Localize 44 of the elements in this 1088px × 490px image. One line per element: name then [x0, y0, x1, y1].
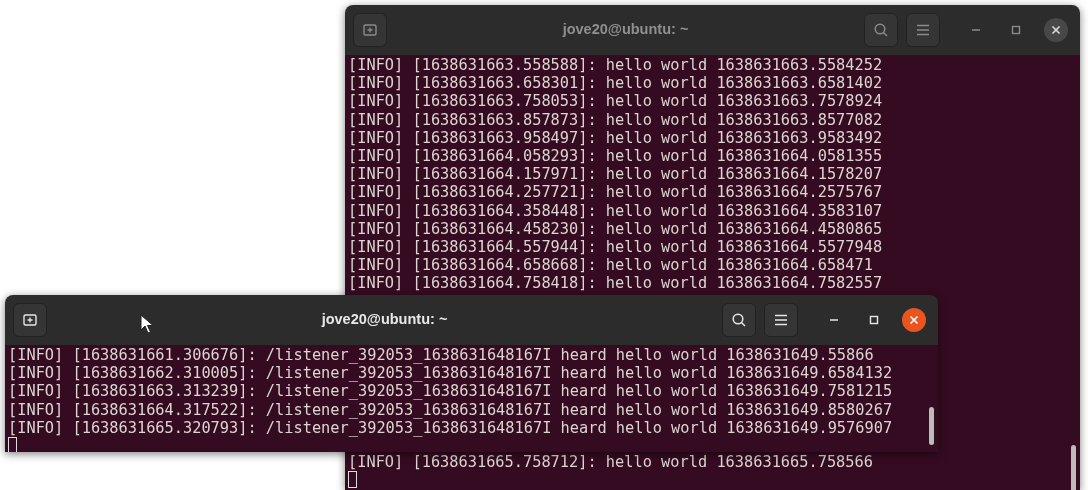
search-icon [731, 312, 747, 328]
output-line: [INFO] [1638631664.358448]: hello world 1638631664.3583107 [348, 201, 884, 220]
close-icon [1051, 25, 1061, 35]
menu-icon [774, 314, 788, 326]
scrollbar-thumb[interactable] [929, 407, 934, 445]
output-line: [INFO] [1638631662.310005]: /listener_392053_1638631648167I heard hello world 1638631649.6584132 [8, 364, 894, 383]
output-line: [INFO] [1638631663.558588]: hello world 1638631663.5584252 [348, 56, 884, 75]
maximize-icon [869, 315, 879, 325]
output-line: [INFO] [1638631664.058293]: hello world 1638631664.0581355 [348, 147, 884, 166]
output-line: [INFO] [1638631665.758712]: hello world 1638631665.758566 [348, 452, 874, 471]
menu-button[interactable] [764, 303, 798, 337]
output-line: [INFO] [1638631664.557944]: hello world 1638631664.5577948 [348, 238, 884, 257]
output-line: [INFO] [1638631663.857873]: hello world 1638631663.8577082 [348, 110, 884, 129]
search-icon [873, 22, 889, 38]
close-icon [909, 315, 919, 325]
window-title: jove20@ubuntu: ~ [562, 20, 689, 40]
minimize-icon [971, 29, 981, 31]
text-cursor [8, 437, 17, 452]
window-title: jove20@ubuntu: ~ [321, 310, 448, 330]
output-line: [INFO] [1638631661.306676]: /listener_392053_1638631648167I heard hello world 1638631649.55866 [8, 346, 875, 365]
menu-icon [916, 24, 930, 36]
new-tab-icon [362, 22, 378, 38]
output-line: [INFO] [1638631664.658668]: hello world 1638631664.658471 [348, 256, 874, 275]
output-line: [INFO] [1638631664.758418]: hello world 1638631664.7582557 [348, 274, 884, 293]
output-line: [INFO] [1638631663.758053]: hello world 1638631663.7578924 [348, 92, 884, 111]
output-line: [INFO] [1638631663.958497]: hello world 1638631663.9583492 [348, 128, 884, 147]
close-button[interactable] [1044, 18, 1068, 42]
output-line: [INFO] [1638631663.658301]: hello world 1638631663.6581402 [348, 74, 884, 93]
new-tab-icon [22, 312, 38, 328]
maximize-icon [1011, 25, 1021, 35]
output-line: [INFO] [1638631664.257721]: hello world 1638631664.2575767 [348, 183, 884, 202]
new-tab-button[interactable] [353, 13, 387, 47]
new-tab-button[interactable] [13, 303, 47, 337]
output-line: [INFO] [1638631664.458230]: hello world 1638631664.4580865 [348, 219, 884, 239]
output-line: [INFO] [1638631663.313239]: /listener_392053_1638631648167I heard hello world 1638631649.7581215 [8, 382, 894, 401]
search-button[interactable] [722, 303, 756, 337]
text-cursor [348, 471, 357, 488]
scrollbar-thumb[interactable] [1071, 445, 1076, 490]
mouse-pointer-icon [140, 314, 154, 334]
output-line: [INFO] [1638631664.157971]: hello world 1638631664.1578207 [348, 165, 884, 184]
output-line: [INFO] [1638631665.320793]: /listener_392053_1638631648167I heard hello world 1638631649.9576907 [8, 418, 894, 437]
output-line: [INFO] [1638631664.317522]: /listener_392053_1638631648167I heard hello world 1638631649.8580267 [8, 400, 894, 419]
close-button[interactable] [902, 308, 926, 332]
minimize-icon [829, 319, 839, 321]
